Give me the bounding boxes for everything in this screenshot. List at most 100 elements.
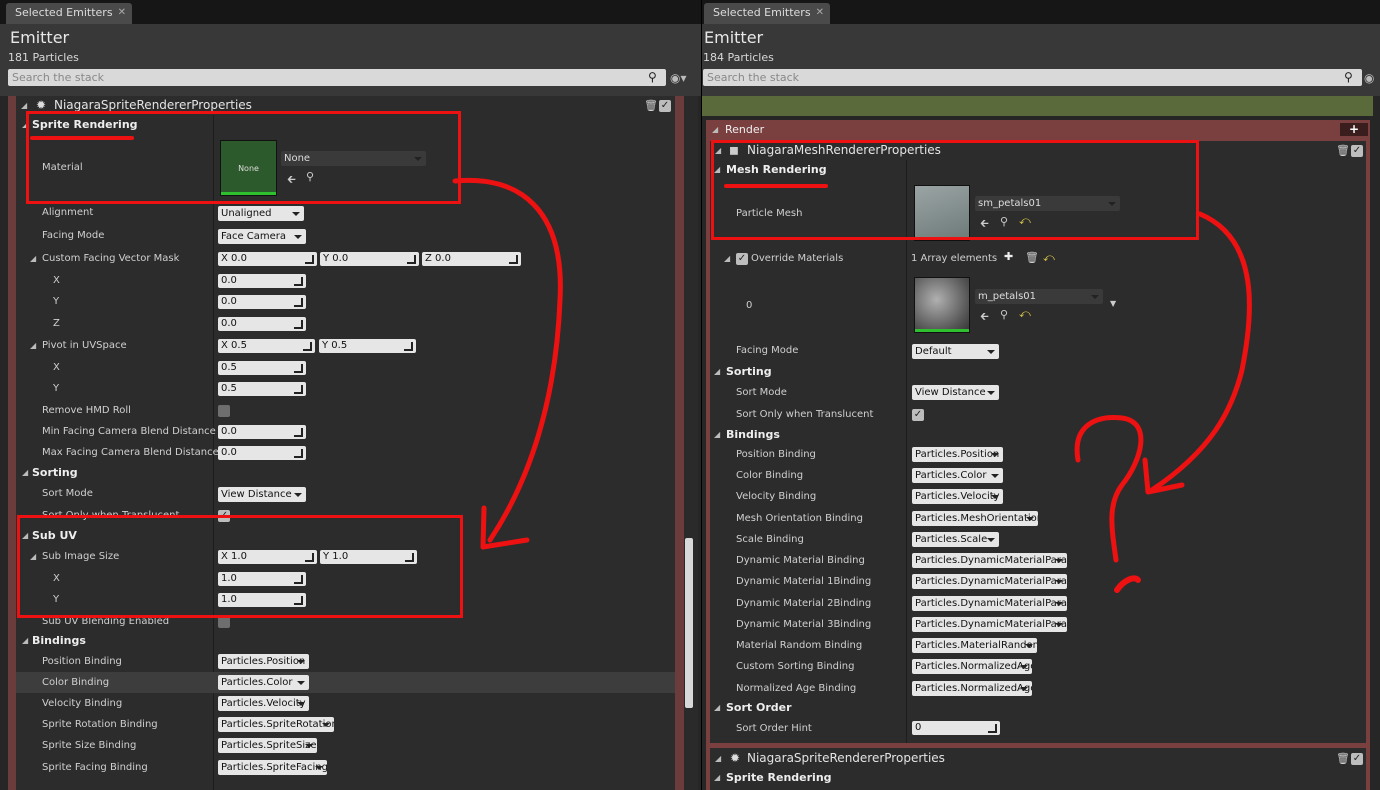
browse-search-icon[interactable]: ⚲ (1000, 308, 1008, 321)
binding-dropdown[interactable]: Particles.Velocity (218, 696, 309, 711)
collapse-icon[interactable]: ◢ (714, 361, 720, 382)
scrollbar-thumb[interactable] (685, 538, 693, 708)
array-count: 1 Array elements (911, 253, 998, 264)
tab-selected-emitters[interactable]: Selected Emitters ✕ (6, 3, 132, 24)
section-sprite-rendering[interactable]: ◢ Sprite Rendering (714, 767, 904, 788)
max-blend-field[interactable]: 0.0 (218, 446, 306, 460)
cfvm-z-field[interactable]: Z 0.0 (422, 252, 521, 266)
binding-dropdown[interactable]: Particles.SpriteFacing (218, 760, 327, 775)
renderer-title: NiagaraSpriteRendererProperties (747, 751, 945, 765)
collapse-icon[interactable]: ◢ (714, 767, 720, 788)
section-bindings[interactable]: ◢ Bindings (714, 424, 904, 445)
scrollbar-track[interactable] (1373, 96, 1380, 790)
collapse-icon[interactable]: ◢ (724, 248, 730, 269)
binding-dropdown[interactable]: Particles.DynamicMaterialParam (912, 553, 1067, 568)
collapse-icon[interactable]: ◢ (714, 697, 720, 718)
visibility-eye-icon[interactable]: ◉ (1364, 71, 1374, 85)
sprite-renderer-header[interactable]: ◢ ✹ NiagaraSpriteRendererProperties 🗑 ✓ (714, 748, 1364, 769)
annotation-underline (724, 184, 828, 188)
section-sorting[interactable]: ◢ Sorting (714, 361, 904, 382)
material-thumbnail[interactable] (914, 277, 970, 333)
binding-dropdown[interactable]: Particles.Color (218, 675, 309, 690)
collapse-icon[interactable]: ◢ (30, 335, 36, 356)
search-icon[interactable]: ⚲ (1344, 70, 1358, 84)
section-sort-order[interactable]: ◢ Sort Order (714, 697, 904, 718)
collapse-icon[interactable]: ◢ (30, 248, 36, 269)
pivot-x-value[interactable]: 0.5 (218, 361, 306, 375)
hover-row-highlight (16, 672, 675, 693)
render-group-header[interactable]: ◢ Render (712, 119, 1312, 140)
search-input[interactable]: Search the stack ⚲ (8, 69, 666, 86)
binding-dropdown[interactable]: Particles.DynamicMaterialParam (912, 596, 1067, 611)
binding-dropdown[interactable]: Particles.Velocity (912, 489, 1003, 504)
section-label: Bindings (726, 428, 780, 441)
thumbnail-bar (915, 329, 969, 332)
add-renderer-button[interactable]: + (1340, 123, 1368, 136)
close-icon[interactable]: ✕ (118, 3, 126, 22)
binding-dropdown[interactable]: Particles.Scale (912, 532, 999, 547)
cfvm-y-field[interactable]: Y 0.0 (320, 252, 419, 266)
collapse-icon[interactable]: ◢ (22, 462, 28, 483)
enable-checkbox[interactable]: ✓ (659, 100, 671, 112)
binding-dropdown[interactable]: Particles.NormalizedAge (912, 659, 1032, 674)
sort-mode-dropdown[interactable]: View Distance (218, 487, 306, 502)
facing-mode-dropdown[interactable]: Default (912, 344, 999, 359)
trash-icon[interactable]: 🗑 (1025, 251, 1039, 264)
binding-dropdown[interactable]: Particles.NormalizedAge (912, 681, 1032, 696)
visibility-eye-icon[interactable]: ◉▾ (670, 71, 687, 85)
right-details-panel: Selected Emitters ✕ Emitter 184 Particles… (702, 0, 1380, 790)
sort-mode-dropdown[interactable]: View Distance (912, 385, 999, 400)
use-selected-arrow-icon[interactable]: 🡰 (980, 308, 989, 327)
min-blend-field[interactable]: 0.0 (218, 425, 306, 439)
sprite-renderer-icon: ✹ (730, 751, 741, 765)
binding-dropdown[interactable]: Particles.Position (218, 654, 309, 669)
binding-dropdown[interactable]: Particles.SpriteSize (218, 738, 317, 753)
trash-icon[interactable]: 🗑 (644, 95, 658, 116)
trash-icon[interactable]: 🗑 (1336, 748, 1350, 769)
reset-icon[interactable]: ⤺ (1043, 251, 1055, 265)
add-element-icon[interactable]: ✚ (1004, 250, 1013, 263)
sort-translucent-checkbox[interactable]: ✓ (912, 409, 924, 421)
cfvm-y-value[interactable]: 0.0 (218, 295, 306, 309)
override-checkbox[interactable]: ✓ (736, 253, 748, 265)
collapse-icon[interactable]: ◢ (715, 748, 721, 769)
binding-dropdown[interactable]: Particles.Position (912, 447, 1003, 462)
pivot-y-field[interactable]: Y 0.5 (319, 339, 416, 353)
expand-chevron-icon[interactable]: ▼ (1110, 299, 1116, 308)
search-icon[interactable]: ⚲ (648, 70, 662, 84)
binding-label: Color Binding (736, 470, 804, 481)
annotation-box-subuv (17, 515, 463, 618)
facing-mode-dropdown[interactable]: Face Camera (218, 229, 306, 244)
close-icon[interactable]: ✕ (816, 3, 824, 22)
tab-selected-emitters[interactable]: Selected Emitters ✕ (704, 3, 830, 24)
collapse-icon[interactable]: ◢ (22, 630, 28, 651)
remove-hmd-roll-checkbox[interactable] (218, 405, 230, 417)
binding-dropdown[interactable]: Particles.DynamicMaterialParam (912, 574, 1067, 589)
pivot-y-value[interactable]: 0.5 (218, 382, 306, 396)
enable-checkbox[interactable]: ✓ (1351, 145, 1363, 157)
section-bindings[interactable]: ◢ Bindings (20, 630, 210, 651)
search-input[interactable]: Search the stack ⚲ (703, 69, 1362, 86)
binding-dropdown[interactable]: Particles.MaterialRandom (912, 638, 1037, 653)
section-sorting[interactable]: ◢ Sorting (20, 462, 210, 483)
cfvm-z-value[interactable]: 0.0 (218, 317, 306, 331)
binding-label: Dynamic Material 3Binding (736, 619, 872, 630)
facing-mode-label: Facing Mode (42, 230, 105, 241)
binding-dropdown[interactable]: Particles.Color (912, 468, 1003, 483)
material-dropdown[interactable]: m_petals01 (975, 289, 1103, 304)
collapse-icon[interactable]: ◢ (712, 119, 718, 140)
sort-mode-label: Sort Mode (736, 387, 787, 398)
sort-order-hint-field[interactable]: 0 (912, 721, 1000, 735)
enable-checkbox[interactable]: ✓ (1351, 753, 1363, 765)
collapse-icon[interactable]: ◢ (714, 424, 720, 445)
binding-dropdown[interactable]: Particles.DynamicMaterialParam (912, 617, 1067, 632)
binding-dropdown[interactable]: Particles.MeshOrientation (912, 511, 1038, 526)
reset-icon[interactable]: ⤺ (1019, 307, 1031, 321)
cfvm-x-field[interactable]: X 0.0 (218, 252, 317, 266)
binding-dropdown[interactable]: Particles.SpriteRotation (218, 717, 334, 732)
cfvm-x-value[interactable]: 0.0 (218, 274, 306, 288)
pivot-x-field[interactable]: X 0.5 (218, 339, 315, 353)
alignment-dropdown[interactable]: Unaligned (218, 206, 304, 221)
section-label: Sorting (726, 365, 772, 378)
trash-icon[interactable]: 🗑 (1336, 140, 1350, 161)
